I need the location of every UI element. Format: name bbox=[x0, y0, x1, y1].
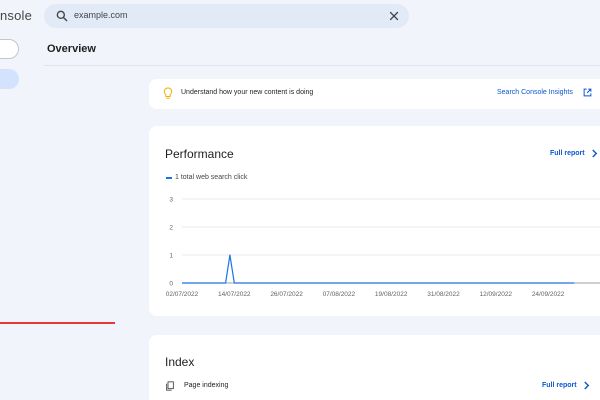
search-icon[interactable] bbox=[55, 9, 69, 23]
sidebar-active-button[interactable] bbox=[0, 69, 19, 89]
index-title: Index bbox=[165, 355, 195, 369]
x-tick-label: 24/09/2022 bbox=[532, 291, 565, 298]
insights-text: Understand how your new content is doing bbox=[181, 89, 314, 96]
search-input[interactable]: example.com bbox=[74, 10, 128, 20]
y-tick-label: 1 bbox=[169, 253, 173, 260]
header-divider bbox=[44, 65, 600, 66]
sidebar-outlined-button[interactable] bbox=[0, 39, 19, 59]
close-icon[interactable] bbox=[388, 10, 400, 22]
series-line bbox=[182, 254, 575, 284]
search-bar[interactable]: example.com bbox=[44, 4, 409, 28]
index-card: Index Page indexing Full report bbox=[149, 335, 600, 400]
y-tick-label: 2 bbox=[169, 225, 173, 232]
insights-card: Understand how your new content is doing… bbox=[149, 79, 600, 109]
x-tick-label: 12/09/2022 bbox=[480, 291, 513, 298]
index-full-report-link[interactable]: Full report bbox=[542, 382, 577, 389]
x-tick-label: 31/08/2022 bbox=[427, 291, 460, 298]
external-link-icon[interactable] bbox=[583, 88, 592, 97]
performance-card: Performance Full report 1 total web sear… bbox=[149, 126, 600, 316]
y-tick-label: 3 bbox=[169, 197, 173, 204]
lightbulb-icon bbox=[163, 87, 173, 99]
x-tick-label: 19/08/2022 bbox=[375, 291, 408, 298]
x-tick-label: 26/07/2022 bbox=[270, 291, 303, 298]
page-title: Overview bbox=[47, 43, 96, 55]
insights-link[interactable]: Search Console Insights bbox=[497, 89, 573, 96]
annotation-red-line bbox=[0, 322, 115, 324]
document-copy-icon bbox=[166, 381, 174, 391]
sidebar-title: nsole bbox=[0, 8, 33, 23]
performance-chart: 0 1 2 3 02/07/2022 14/07/2022 26/07/2022 07/08/… bbox=[166, 197, 600, 298]
page-indexing-item[interactable]: Page indexing bbox=[184, 382, 228, 389]
chevron-right-icon[interactable] bbox=[583, 381, 590, 390]
x-tick-label: 14/07/2022 bbox=[218, 291, 251, 298]
x-tick-label: 02/07/2022 bbox=[166, 291, 199, 298]
y-tick-label: 0 bbox=[169, 281, 173, 288]
x-tick-label: 07/08/2022 bbox=[323, 291, 356, 298]
